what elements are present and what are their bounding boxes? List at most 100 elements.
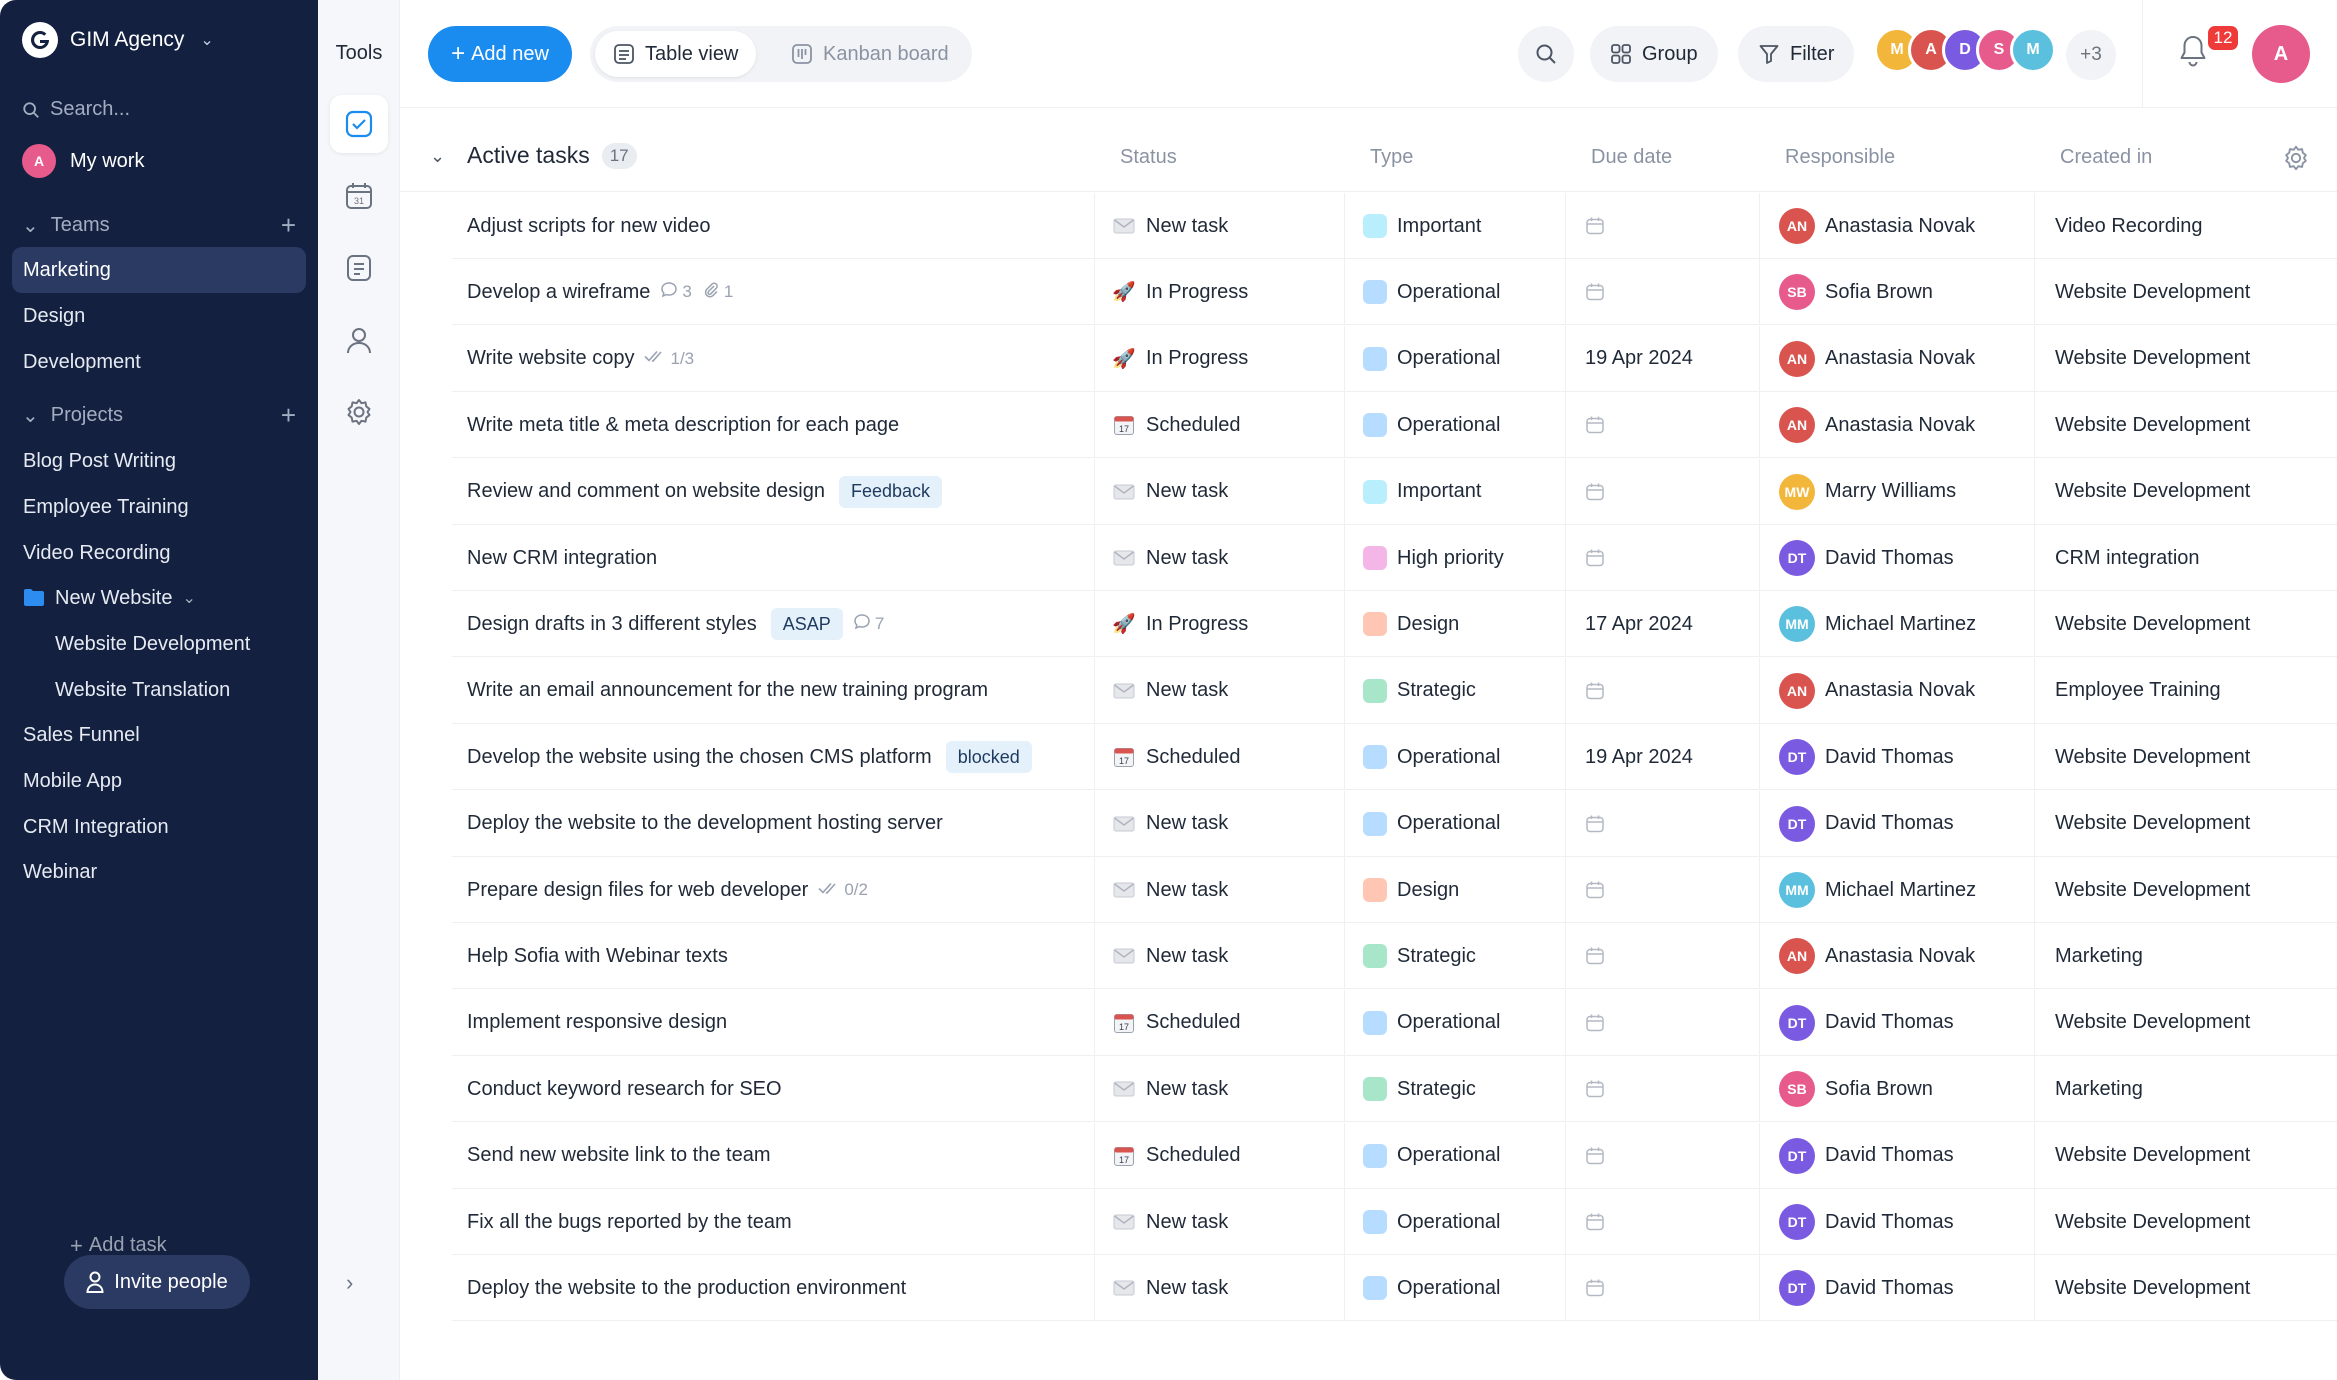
due-date-cell[interactable] (1566, 923, 1760, 990)
responsible-cell[interactable]: DT David Thomas (1760, 525, 2035, 591)
status-cell[interactable]: New task (1095, 458, 1345, 525)
table-row[interactable]: Write an email announcement for the new … (452, 657, 2337, 724)
type-cell[interactable]: Operational (1345, 1189, 1566, 1255)
table-row[interactable]: Deploy the website to the development ho… (452, 790, 2337, 857)
due-date-cell[interactable] (1566, 857, 1760, 923)
task-name[interactable]: New CRM integration (467, 547, 657, 570)
task-name-cell[interactable]: Write an email announcement for the new … (452, 657, 1095, 724)
type-cell[interactable]: Important (1345, 458, 1566, 525)
type-cell[interactable]: Operational (1345, 1122, 1566, 1189)
status-cell[interactable]: 17 Scheduled (1095, 1122, 1345, 1189)
tasks-tool-button[interactable] (330, 95, 388, 153)
task-name-cell[interactable]: Design drafts in 3 different styles ASAP 7 (452, 591, 1095, 658)
task-name-cell[interactable]: Send new website link to the team (452, 1122, 1095, 1189)
status-cell[interactable]: 17 Scheduled (1095, 724, 1345, 791)
filter-button[interactable]: Filter (1738, 26, 1855, 82)
table-row[interactable]: New CRM integration New task High priori… (452, 525, 2337, 591)
column-header-created-in[interactable]: Created in (2060, 146, 2152, 169)
due-date-cell[interactable] (1566, 458, 1760, 525)
task-name[interactable]: Adjust scripts for new video (467, 215, 710, 238)
status-cell[interactable]: 17 Scheduled (1095, 989, 1345, 1056)
responsible-cell[interactable]: MM Michael Martinez (1760, 857, 2035, 923)
type-cell[interactable]: Strategic (1345, 657, 1566, 724)
created-in-cell[interactable]: Website Development (2035, 990, 2337, 1056)
responsible-cell[interactable]: AN Anastasia Novak (1760, 657, 2035, 724)
checklist-progress[interactable]: 1/3 (644, 348, 694, 369)
task-name[interactable]: Send new website link to the team (467, 1144, 771, 1167)
due-date-cell[interactable] (1566, 525, 1760, 591)
responsible-cell[interactable]: AN Anastasia Novak (1760, 325, 2035, 392)
table-row[interactable]: Write meta title & meta description for … (452, 392, 2337, 459)
table-row[interactable]: Help Sofia with Webinar texts New task S… (452, 923, 2337, 990)
type-cell[interactable]: Strategic (1345, 1056, 1566, 1123)
add-team-plus-icon[interactable]: + (281, 210, 296, 241)
table-row[interactable]: Design drafts in 3 different styles ASAP 7… (452, 591, 2337, 658)
add-new-button[interactable]: + Add new (428, 26, 572, 82)
sidebar-item-sales-funnel[interactable]: Sales Funnel (12, 712, 306, 758)
created-in-cell[interactable]: Website Development (2035, 791, 2337, 857)
workspace-switcher[interactable]: GIM Agency ⌄ (22, 20, 214, 60)
status-cell[interactable]: New task (1095, 1189, 1345, 1255)
task-name[interactable]: Review and comment on website design (467, 480, 825, 503)
checklist-progress[interactable]: 0/2 (818, 880, 868, 901)
sidebar-item-webinar[interactable]: Webinar (12, 849, 306, 895)
table-row[interactable]: Develop a wireframe 3 1 🚀 In Progress Oper… (452, 259, 2337, 326)
tab-kanban-board[interactable]: Kanban board (773, 31, 967, 77)
projects-section-header[interactable]: ⌄ Projects + (22, 395, 296, 435)
task-name-cell[interactable]: Develop a wireframe 3 1 (452, 259, 1095, 326)
created-in-cell[interactable]: Website Development (2035, 724, 2337, 790)
task-name-cell[interactable]: Prepare design files for web developer 0/… (452, 857, 1095, 923)
task-name-cell[interactable]: New CRM integration (452, 525, 1095, 591)
status-cell[interactable]: New task (1095, 657, 1345, 724)
column-header-type[interactable]: Type (1370, 146, 1413, 169)
due-date-cell[interactable]: 19 Apr 2024 (1566, 724, 1760, 791)
type-cell[interactable]: Operational (1345, 989, 1566, 1056)
chevron-down-icon[interactable]: ⌄ (430, 146, 445, 167)
sidebar-item-development[interactable]: Development (12, 339, 306, 385)
status-cell[interactable]: 🚀 In Progress (1095, 591, 1345, 658)
status-cell[interactable]: 🚀 In Progress (1095, 325, 1345, 392)
status-cell[interactable]: New task (1095, 857, 1345, 923)
responsible-cell[interactable]: DT David Thomas (1760, 724, 2035, 791)
sidebar-item-mobile-app[interactable]: Mobile App (12, 758, 306, 804)
task-name-cell[interactable]: Review and comment on website design Feed… (452, 458, 1095, 525)
responsible-cell[interactable]: DT David Thomas (1760, 989, 2035, 1056)
table-row[interactable]: Prepare design files for web developer 0/… (452, 857, 2337, 923)
task-name[interactable]: Prepare design files for web developer (467, 879, 808, 902)
status-cell[interactable]: 🚀 In Progress (1095, 259, 1345, 326)
created-in-cell[interactable]: CRM integration (2035, 525, 2337, 591)
created-in-cell[interactable]: Employee Training (2035, 658, 2337, 724)
team-avatars[interactable]: M A D S M (1874, 27, 2056, 81)
created-in-cell[interactable]: Website Development (2035, 392, 2337, 458)
tab-table-view[interactable]: Table view (595, 31, 757, 77)
sidebar-item-website-translation[interactable]: Website Translation (12, 667, 306, 713)
created-in-cell[interactable]: Marketing (2035, 1056, 2337, 1122)
more-members-count[interactable]: +3 (2066, 30, 2116, 80)
notes-tool-button[interactable] (330, 239, 388, 297)
sidebar-item-blog-post-writing[interactable]: Blog Post Writing (12, 438, 306, 484)
due-date-cell[interactable]: 17 Apr 2024 (1566, 591, 1760, 658)
created-in-cell[interactable]: Website Development (2035, 259, 2337, 325)
task-name[interactable]: Conduct keyword research for SEO (467, 1078, 782, 1101)
column-header-responsible[interactable]: Responsible (1785, 146, 1895, 169)
responsible-cell[interactable]: AN Anastasia Novak (1760, 193, 2035, 259)
teams-section-header[interactable]: ⌄ Teams + (22, 205, 296, 245)
sidebar-item-design[interactable]: Design (12, 293, 306, 339)
people-tool-button[interactable] (330, 311, 388, 369)
responsible-cell[interactable]: MW Marry Williams (1760, 458, 2035, 525)
status-cell[interactable]: New task (1095, 790, 1345, 857)
status-cell[interactable]: New task (1095, 193, 1345, 259)
group-button[interactable]: Group (1590, 26, 1718, 82)
due-date-cell[interactable] (1566, 790, 1760, 857)
task-name-cell[interactable]: Help Sofia with Webinar texts (452, 923, 1095, 990)
responsible-cell[interactable]: DT David Thomas (1760, 1189, 2035, 1255)
task-name[interactable]: Implement responsive design (467, 1011, 727, 1034)
due-date-cell[interactable] (1566, 657, 1760, 724)
type-cell[interactable]: Design (1345, 591, 1566, 658)
created-in-cell[interactable]: Website Development (2035, 591, 2337, 657)
comment-count[interactable]: 7 (853, 613, 884, 636)
due-date-cell[interactable] (1566, 989, 1760, 1056)
task-tag[interactable]: Feedback (838, 475, 943, 508)
invite-people-button[interactable]: Invite people (64, 1255, 250, 1309)
type-cell[interactable]: Operational (1345, 392, 1566, 459)
